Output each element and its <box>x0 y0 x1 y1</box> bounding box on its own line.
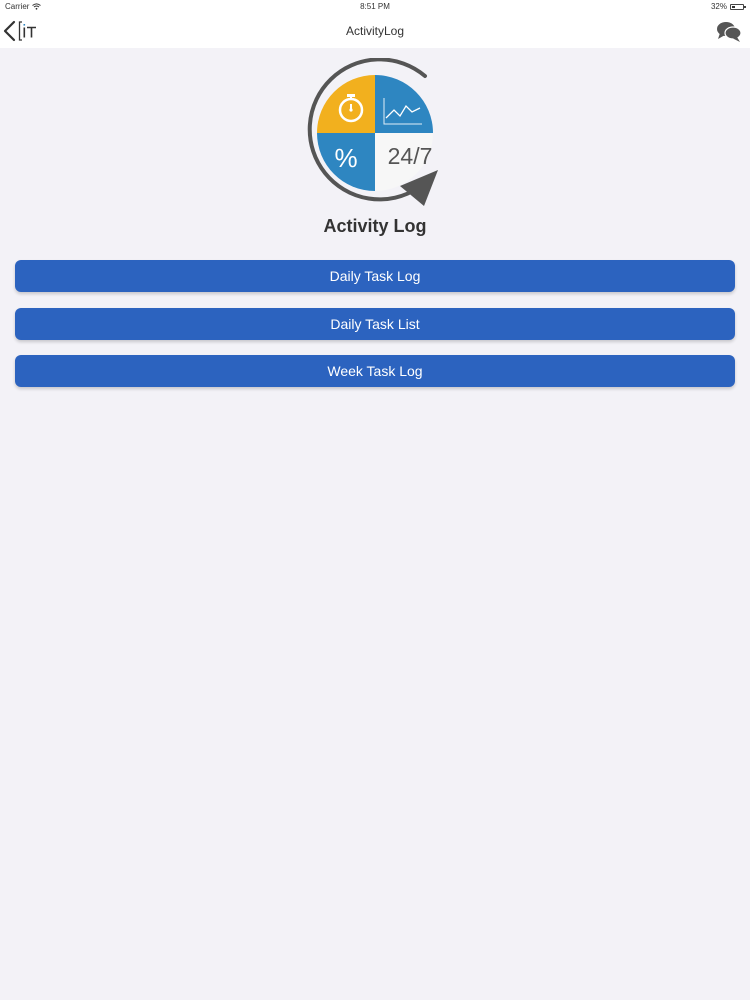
battery-icon <box>730 3 746 10</box>
daily-task-log-button[interactable]: Daily Task Log <box>15 260 735 292</box>
status-time: 8:51 PM <box>360 2 390 11</box>
activity-log-logo: % 24/7 <box>0 58 750 208</box>
nav-title: ActivityLog <box>345 24 405 38</box>
week-task-log-button[interactable]: Week Task Log <box>15 355 735 387</box>
status-bar: Carrier 8:51 PM 32% <box>0 0 750 14</box>
chat-bubbles-icon <box>717 22 742 42</box>
page-title: Activity Log <box>323 216 427 236</box>
percent-symbol: % <box>334 143 357 173</box>
daily-task-list-button[interactable]: Daily Task List <box>15 308 735 340</box>
availability-text: 24/7 <box>388 143 433 169</box>
battery-percent: 32% <box>710 2 727 11</box>
battery-indicator: 32% <box>710 2 746 11</box>
chat-button[interactable] <box>716 19 742 43</box>
activity-log-illustration: % 24/7 <box>307 58 438 206</box>
navigation-bar: ActivityLog <box>0 14 750 48</box>
